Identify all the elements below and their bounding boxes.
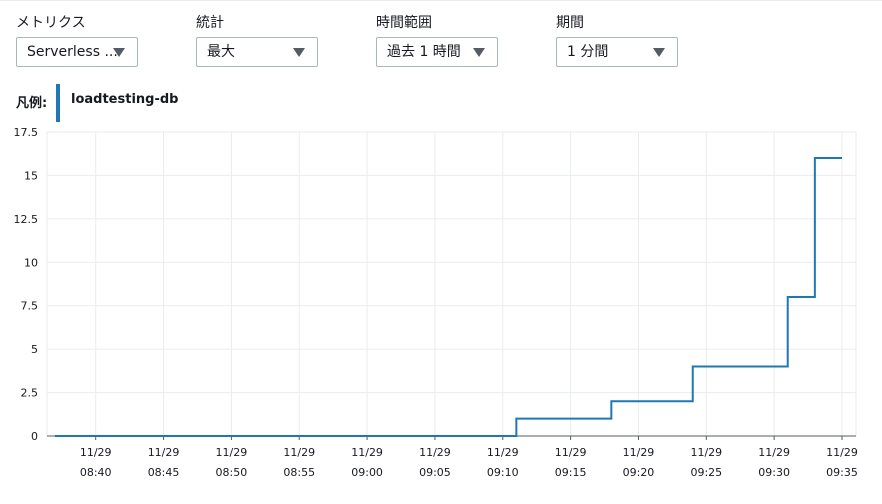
x-tick-time: 08:50 (216, 466, 248, 479)
y-tick-label: 10 (24, 256, 38, 269)
x-tick-time: 09:05 (419, 466, 451, 479)
x-tick-date: 11/29 (758, 446, 790, 459)
x-tick-date: 11/29 (283, 446, 315, 459)
x-tick-date: 11/29 (826, 446, 858, 459)
x-tick-date: 11/29 (80, 446, 112, 459)
y-tick-label: 2.5 (21, 387, 39, 400)
x-tick-date: 11/29 (419, 446, 451, 459)
x-tick-date: 11/29 (690, 446, 722, 459)
series-line-loadtesting-db (55, 157, 842, 437)
x-tick-date: 11/29 (487, 446, 519, 459)
x-tick-time: 09:30 (758, 466, 790, 479)
x-tick-date: 11/29 (216, 446, 248, 459)
x-tick-time: 09:35 (826, 466, 858, 479)
y-tick-label: 12.5 (14, 213, 39, 226)
x-tick-date: 11/29 (148, 446, 180, 459)
x-tick-time: 09:10 (487, 466, 519, 479)
y-tick-label: 17.5 (14, 126, 39, 139)
x-tick-time: 09:20 (623, 466, 655, 479)
y-tick-label: 0 (31, 430, 38, 443)
x-tick-time: 08:45 (148, 466, 180, 479)
x-tick-time: 08:40 (80, 466, 112, 479)
x-tick-time: 09:25 (690, 466, 722, 479)
x-tick-time: 09:15 (555, 466, 587, 479)
x-tick-time: 09:00 (351, 466, 383, 479)
y-tick-label: 5 (31, 343, 38, 356)
plot-area (46, 131, 857, 437)
x-tick-date: 11/29 (623, 446, 655, 459)
line-chart: 0 2.5 5 7.5 10 12.5 15 17.5 11/29 08:40 11/29 08:45… (14, 126, 858, 479)
x-tick-time: 08:55 (283, 466, 315, 479)
y-tick-label: 15 (24, 169, 38, 182)
x-tick-date: 11/29 (351, 446, 383, 459)
x-tick-date: 11/29 (555, 446, 587, 459)
y-tick-label: 7.5 (21, 300, 39, 313)
